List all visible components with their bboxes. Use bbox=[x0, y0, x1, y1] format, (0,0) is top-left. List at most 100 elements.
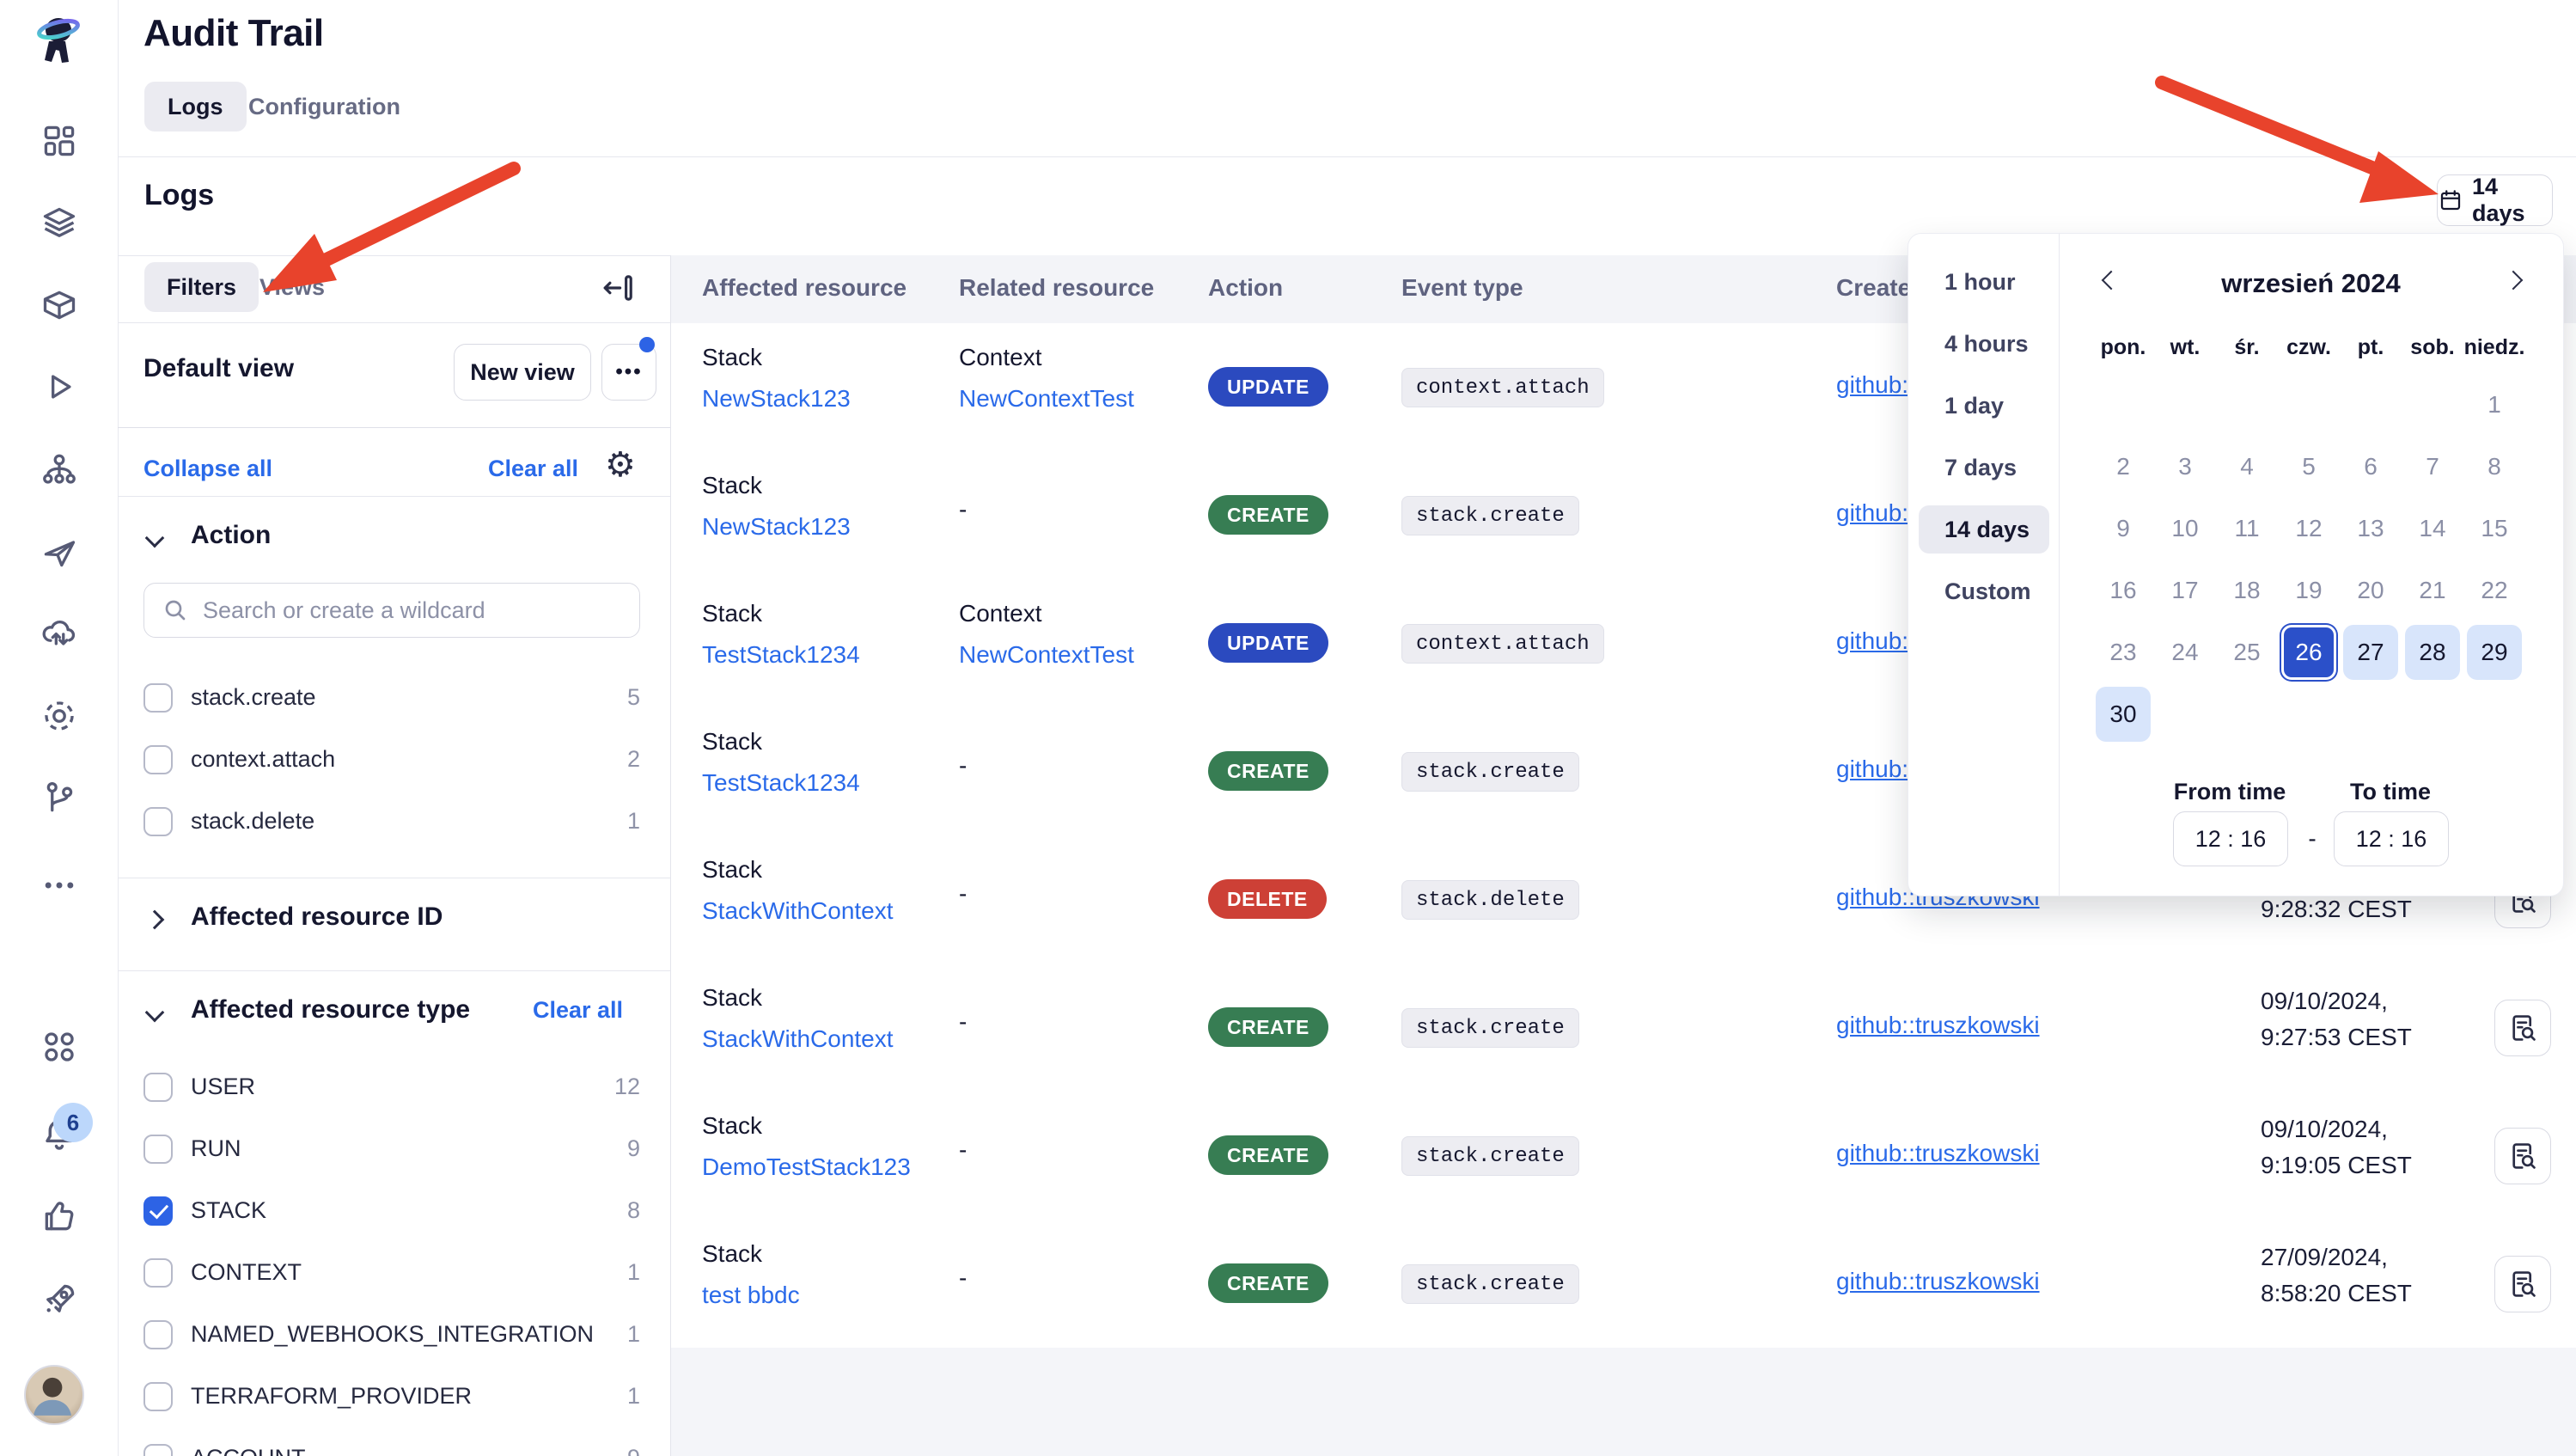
calendar-day[interactable]: 8 bbox=[2467, 439, 2522, 494]
calendar-day[interactable]: 24 bbox=[2158, 625, 2213, 680]
resource-link[interactable]: StackWithContext bbox=[702, 1025, 894, 1053]
calendar-day[interactable]: 27 bbox=[2343, 625, 2398, 680]
calendar-day[interactable]: 3 bbox=[2158, 439, 2213, 494]
checkbox-run[interactable] bbox=[143, 1135, 173, 1164]
filters-tab[interactable]: Filters bbox=[144, 262, 259, 312]
calendar-day[interactable]: 11 bbox=[2219, 501, 2274, 556]
calendar-day[interactable]: 15 bbox=[2467, 501, 2522, 556]
calendar-icon bbox=[2438, 187, 2463, 213]
created-by-link[interactable]: github::truszkowski bbox=[1836, 1140, 2040, 1167]
checkbox-stack-create[interactable] bbox=[143, 683, 173, 713]
chevron-down-icon[interactable] bbox=[145, 1003, 165, 1023]
related-link[interactable]: NewContextTest bbox=[959, 385, 1134, 413]
calendar-day[interactable]: 17 bbox=[2158, 563, 2213, 618]
gear-icon[interactable]: ⚙ bbox=[605, 445, 636, 485]
filter-item-label: USER bbox=[191, 1074, 255, 1100]
collapse-all-link[interactable]: Collapse all bbox=[143, 456, 272, 482]
created-by-link[interactable]: github::truszkowski bbox=[1836, 1012, 2040, 1039]
calendar-day[interactable]: 20 bbox=[2343, 563, 2398, 618]
resource-link[interactable]: TestStack1234 bbox=[702, 641, 860, 669]
resource-link[interactable]: StackWithContext bbox=[702, 897, 894, 925]
resource-link[interactable]: test bbdc bbox=[702, 1282, 800, 1309]
chevron-right-icon[interactable] bbox=[145, 910, 165, 930]
calendar-day[interactable]: 29 bbox=[2467, 625, 2522, 680]
calendar-day[interactable]: 18 bbox=[2219, 563, 2274, 618]
resource-link[interactable]: TestStack1234 bbox=[702, 769, 860, 797]
checkbox-stack-delete[interactable] bbox=[143, 807, 173, 836]
resource-link[interactable]: NewStack123 bbox=[702, 513, 851, 541]
log-details-button[interactable] bbox=[2494, 1000, 2551, 1056]
calendar-day[interactable]: 30 bbox=[2096, 687, 2151, 742]
calendar-day[interactable]: 13 bbox=[2343, 501, 2398, 556]
calendar-day[interactable]: 28 bbox=[2405, 625, 2460, 680]
resource-type: Stack bbox=[702, 856, 762, 884]
resource-link[interactable]: DemoTestStack123 bbox=[702, 1153, 911, 1181]
action-search[interactable] bbox=[143, 583, 640, 638]
to-time-input[interactable]: 12 : 16 bbox=[2334, 811, 2449, 866]
checkbox-account[interactable] bbox=[143, 1444, 173, 1456]
checkbox-stack[interactable] bbox=[143, 1196, 173, 1226]
checkbox-user[interactable] bbox=[143, 1073, 173, 1102]
tab-logs[interactable]: Logs bbox=[144, 82, 247, 132]
spacelift-logo[interactable] bbox=[32, 10, 87, 69]
event-type-chip: stack.delete bbox=[1401, 880, 1579, 920]
checkbox-named-webhooks[interactable] bbox=[143, 1320, 173, 1349]
calendar-day[interactable]: 21 bbox=[2405, 563, 2460, 618]
calendar-day[interactable]: 9 bbox=[2096, 501, 2151, 556]
calendar-day[interactable]: 1 bbox=[2467, 377, 2522, 432]
created-by-link[interactable]: github::truszkowski bbox=[1836, 1268, 2040, 1295]
blueprints-cube-icon[interactable] bbox=[40, 286, 78, 324]
source-control-branch-icon[interactable] bbox=[40, 779, 78, 817]
calendar-day[interactable]: 6 bbox=[2343, 439, 2398, 494]
feedback-thumbs-up-icon[interactable] bbox=[40, 1197, 78, 1235]
resource-type-clear-all-link[interactable]: Clear all bbox=[533, 997, 623, 1024]
resource-link[interactable]: NewStack123 bbox=[702, 385, 851, 413]
collapse-panel-icon[interactable] bbox=[600, 270, 636, 306]
calendar-day[interactable]: 14 bbox=[2405, 501, 2460, 556]
runs-play-icon[interactable] bbox=[40, 368, 78, 406]
calendar-day[interactable]: 5 bbox=[2281, 439, 2336, 494]
user-avatar[interactable] bbox=[24, 1365, 84, 1425]
calendar-day[interactable]: 19 bbox=[2281, 563, 2336, 618]
calendar-day[interactable]: 2 bbox=[2096, 439, 2151, 494]
filter-item-count: 1 bbox=[550, 1383, 640, 1410]
worker-pools-hierarchy-icon[interactable] bbox=[40, 450, 78, 488]
calendar-day[interactable]: 7 bbox=[2405, 439, 2460, 494]
date-range-button[interactable]: 14 days bbox=[2437, 174, 2553, 226]
dashboard-grid-icon[interactable] bbox=[40, 122, 78, 160]
calendar-day[interactable]: 25 bbox=[2219, 625, 2274, 680]
from-time-label: From time bbox=[2173, 779, 2286, 805]
apps-circles-icon[interactable] bbox=[40, 1028, 78, 1066]
checkbox-context-attach[interactable] bbox=[143, 745, 173, 774]
calendar-day[interactable]: 4 bbox=[2219, 439, 2274, 494]
from-time-input[interactable]: 12 : 16 bbox=[2173, 811, 2288, 866]
resources-focus-icon[interactable] bbox=[40, 697, 78, 735]
to-time-label: To time bbox=[2334, 779, 2447, 805]
calendar-day-empty bbox=[2281, 687, 2336, 742]
log-details-button[interactable] bbox=[2494, 1256, 2551, 1312]
calendar-day[interactable]: 12 bbox=[2281, 501, 2336, 556]
clear-all-link[interactable]: Clear all bbox=[488, 456, 578, 482]
checkbox-terraform-provider[interactable] bbox=[143, 1382, 173, 1411]
policies-paper-plane-icon[interactable] bbox=[40, 533, 78, 571]
checkbox-context[interactable] bbox=[143, 1258, 173, 1288]
launchpad-rocket-icon[interactable] bbox=[40, 1281, 78, 1318]
related-link[interactable]: NewContextTest bbox=[959, 641, 1134, 669]
log-details-button[interactable] bbox=[2494, 1128, 2551, 1184]
stacks-layers-icon[interactable] bbox=[40, 204, 78, 242]
cloud-integrations-icon[interactable] bbox=[40, 615, 78, 652]
event-type-chip: stack.create bbox=[1401, 1008, 1579, 1048]
action-badge: CREATE bbox=[1208, 1263, 1328, 1303]
more-ellipsis-icon[interactable] bbox=[40, 866, 78, 904]
calendar-day[interactable]: 22 bbox=[2467, 563, 2522, 618]
new-view-button[interactable]: New view bbox=[454, 344, 591, 401]
tab-configuration[interactable]: Configuration bbox=[248, 82, 400, 132]
calendar-day[interactable]: 16 bbox=[2096, 563, 2151, 618]
col-affected-resource: Affected resource bbox=[702, 274, 906, 302]
chevron-down-icon[interactable] bbox=[145, 529, 165, 548]
action-search-input[interactable] bbox=[201, 596, 622, 625]
views-tab[interactable]: Views bbox=[259, 262, 325, 312]
calendar-day[interactable]: 23 bbox=[2096, 625, 2151, 680]
calendar-day[interactable]: 26 bbox=[2281, 625, 2336, 680]
calendar-day[interactable]: 10 bbox=[2158, 501, 2213, 556]
